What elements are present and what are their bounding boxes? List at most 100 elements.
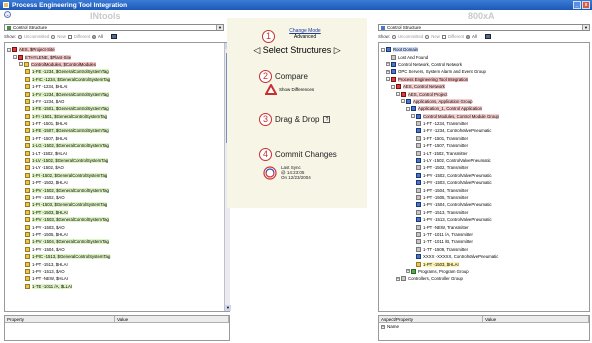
tree-row[interactable]: - Applications, Application Group [381,98,589,105]
tree-row[interactable]: 1-PT -1505, Transmitter [381,194,589,201]
left-structure-combo[interactable]: Control Structure ▼ [4,24,224,31]
radio-uncommitted[interactable] [391,34,396,39]
tree-row[interactable]: 1-PT -1513, $HLAI [7,260,229,267]
collapse-icon[interactable]: - [391,84,395,89]
tree-row[interactable]: 1-PY -1504, $AO [7,246,229,253]
help-icon[interactable]: ? [323,116,331,123]
tree-row[interactable]: 1-LY -1502, $AO [7,164,229,171]
tree-row[interactable]: - Root Domain [381,46,589,53]
chevron-down-icon[interactable]: ▼ [582,25,589,30]
tree-row[interactable]: + Programs, Program Group [381,268,589,275]
tree-row[interactable]: 1-FT -1507, Transmitter [381,142,589,149]
tree-row[interactable]: 1-FE -1507, $GeneralControlSystemTag [7,127,229,134]
tree-row[interactable]: 1-PI -1503, $GeneralControlSystemTag [7,201,229,208]
tree-row[interactable]: 1-FE -1234, $GeneralControlSystemTag [7,68,229,75]
expand-icon[interactable]: + [386,62,390,67]
chevron-down-icon[interactable]: ▼ [216,25,223,30]
collapse-icon[interactable]: ⌄ [4,11,11,18]
tree-row[interactable]: 1-PIC -1513, $GeneralControlSystemTag [7,253,229,260]
tree-row[interactable]: 1-PY -1502, $AO [7,194,229,201]
tree-row[interactable]: 1-PI -1502, $GeneralControlSystemTag [7,172,229,179]
right-tree[interactable]: - Root Domain Lost And Found + Control Netwo… [378,42,590,312]
tree-row[interactable]: 1-LG -1502, $GeneralControlSystemTag [7,142,229,149]
tree-row[interactable]: - ControlModules, $ControlModules [7,61,229,68]
radio-all[interactable] [92,34,97,39]
tree-row[interactable]: 1-LT -1502, Transmitter [381,149,589,156]
tree-row[interactable]: 1-FI -1501, $GeneralControlSystemTag [7,113,229,120]
save-icon[interactable] [110,34,117,39]
tree-row[interactable]: 1-PT -1504, Transmitter [381,186,589,193]
radio-all[interactable] [466,34,471,39]
tree-row[interactable]: 1-FY -1234, ControlValvePneumatic [381,127,589,134]
tree-row[interactable]: 1-PY -1503, ControlValvePneumatic [381,179,589,186]
tree-row[interactable]: - AES, Control Network [381,83,589,90]
tree-row[interactable]: 1-LV -1502, $GeneralControlSystemTag [7,157,229,164]
left-tree[interactable]: - AES, $Project-Site - ETHYLENE, $Plant-Sit… [4,42,230,312]
collapse-icon[interactable]: - [411,114,415,119]
tree-row[interactable]: 1-PT -1503, $HLAI [7,209,229,216]
tree-row[interactable]: 1-PT -1513, Transmitter [381,209,589,216]
tree-row[interactable]: 1-FT -1501, $HLAI [7,120,229,127]
tree-row[interactable]: 1-LY -1502, ControlValvePneumatic [381,157,589,164]
collapse-icon[interactable]: - [396,92,400,97]
collapse-icon[interactable]: - [406,106,410,111]
checkbox-different[interactable] [441,34,446,39]
collapse-icon[interactable]: - [401,99,405,104]
tree-row[interactable]: 1-PT -1505, $HLAI [7,231,229,238]
collapse-icon[interactable]: - [386,77,390,82]
tree-row[interactable]: + Controllers, Controller Group [381,275,589,282]
tree-row[interactable]: 1-FY -1234, $AO [7,98,229,105]
expand-icon[interactable]: + [381,324,385,329]
tree-row[interactable]: 1-PT -1503, $HLAI [381,260,589,267]
collapse-icon[interactable]: - [7,47,11,52]
tree-row[interactable]: 1-PT -NEW, $HLAI [7,275,229,282]
tree-row[interactable]: 1-FT -1234, $HLAI [7,83,229,90]
save-icon[interactable] [484,34,491,39]
commit-button[interactable]: Last Sync @ 14:23:05 On 12/23/2004 [263,165,311,180]
tree-row[interactable]: - Process Engineering Tool Integration [381,76,589,83]
tree-row[interactable]: Lost And Found [381,53,589,60]
tree-row[interactable]: 1-FE -1501, $GeneralControlSystemTag [7,105,229,112]
tree-row[interactable]: - AES, $Project-Site [7,46,229,53]
tree-row[interactable]: 1-PY -1513, $AO [7,268,229,275]
tree-row[interactable]: 1-LT -1502, $HLAI [7,149,229,156]
tree-row[interactable]: 1-PY -1504, ControlValvePneumatic [381,201,589,208]
tree-row[interactable]: - ETHYLENE, $Plant-Site [7,53,229,60]
collapse-icon[interactable]: - [381,47,385,52]
tree-row[interactable]: 1-PT -NEW, Transmitter [381,223,589,230]
tree-row[interactable]: 1-PV -1502, $GeneralControlSystemTag [7,186,229,193]
tree-row[interactable]: - AES, Control Project [381,90,589,97]
collapse-icon[interactable]: - [13,55,17,60]
property-row[interactable]: + Name [379,323,589,330]
tree-row[interactable]: 1-PV -1503, $GeneralControlSystemTag [7,216,229,223]
tree-row[interactable]: 1-TT -1011 /B, Transmitter [381,238,589,245]
scroll-down-arrow[interactable]: ▼ [225,305,231,311]
tree-row[interactable]: 1-FIC -1234, $GeneralControlSystemTag [7,76,229,83]
tree-row[interactable]: 1-FT -1501, Transmitter [381,135,589,142]
close-button[interactable]: x [582,1,590,9]
tree-row[interactable]: + Control Network, Control Network [381,61,589,68]
tree-row[interactable]: 1-PV -1504, $GeneralControlSystemTag [7,238,229,245]
tree-row[interactable]: 1-PT -1502, Transmitter [381,164,589,171]
tree-row[interactable]: 1-PY -1503, $AO [7,223,229,230]
radio-new[interactable] [425,34,430,39]
tree-row[interactable]: 1-FV -1234, $GeneralControlSystemTag [7,90,229,97]
tree-row[interactable]: - Application_1, Control Application [381,105,589,112]
tree-row[interactable]: 1-TT -1011 /A, Transmitter [381,231,589,238]
radio-uncommitted[interactable] [17,34,22,39]
radio-new[interactable] [51,34,56,39]
tree-row[interactable]: 1-FT -1507, $HLAI [7,135,229,142]
tree-row[interactable]: - Control Modules, Control Module Group [381,113,589,120]
tree-row[interactable]: 1-PY -1513, ControlValvePneumatic [381,216,589,223]
expand-icon[interactable]: + [396,276,400,281]
right-structure-combo[interactable]: Control Structure ▼ [378,24,590,31]
tree-row[interactable]: 1-PT -1502, $HLAI [7,179,229,186]
tree-row[interactable]: 1-TE -1011 /A, $LLAI [7,283,229,290]
tree-row[interactable]: 1-FT -1234, Transmitter [381,120,589,127]
expand-icon[interactable]: + [406,269,410,274]
tree-row[interactable]: 1-PY -1502, ControlValvePneumatic [381,172,589,179]
checkbox-different[interactable] [67,34,72,39]
minimize-button[interactable]: _ [573,1,581,9]
tree-row[interactable]: 1-TT -1509, Transmitter [381,246,589,253]
tree-row[interactable]: + OPC Servers, System Alarm and Event Gro… [381,68,589,75]
